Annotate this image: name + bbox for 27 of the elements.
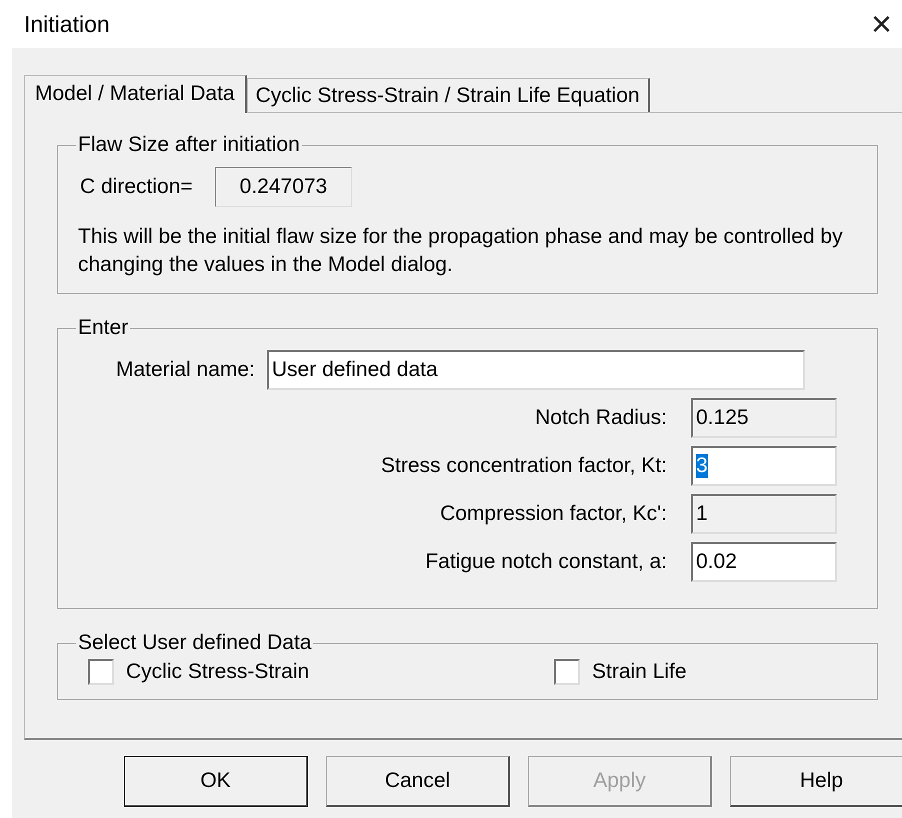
field-label: Stress concentration factor, Kt:	[381, 454, 667, 478]
dialog-button[interactable]: OK	[124, 756, 308, 807]
input-field[interactable]: 0.125	[691, 398, 837, 438]
group-title: Select User defined Data	[77, 631, 312, 655]
dialog-button[interactable]: Cancel	[326, 756, 510, 807]
input-field[interactable]: 3	[691, 446, 837, 486]
material-name-field[interactable]: User defined data	[266, 350, 805, 390]
dialog-button[interactable]: Help	[730, 756, 902, 807]
input-field[interactable]: 1	[691, 494, 837, 534]
field-label: Fatigue notch constant, a:	[425, 550, 667, 574]
checkbox-label: Strain Life	[592, 660, 687, 684]
field-label: C direction=	[80, 175, 193, 199]
field-label: Notch Radius:	[535, 406, 667, 430]
tab[interactable]: Cyclic Stress-Strain / Strain Life Equation	[246, 78, 650, 112]
checkbox[interactable]	[88, 659, 114, 685]
info-text: This will be the initial flaw size for the propagation phase and may be controlled by changing the values in the Model dialog.	[78, 224, 844, 278]
input-field[interactable]: 0.02	[691, 542, 837, 582]
group-title: Flaw Size after initiation	[77, 133, 301, 157]
close-button[interactable]: ×	[864, 6, 898, 42]
field-label: Material name:	[116, 358, 255, 382]
value-display: 0.247073	[214, 167, 352, 207]
group-title: Enter	[77, 316, 130, 340]
checkbox[interactable]	[554, 659, 580, 685]
checkbox-label: Cyclic Stress-Strain	[126, 660, 310, 684]
tab[interactable]: Model / Material Data	[24, 75, 247, 113]
window-title: Initiation	[24, 10, 110, 38]
field-label: Compression factor, Kc':	[440, 502, 667, 526]
